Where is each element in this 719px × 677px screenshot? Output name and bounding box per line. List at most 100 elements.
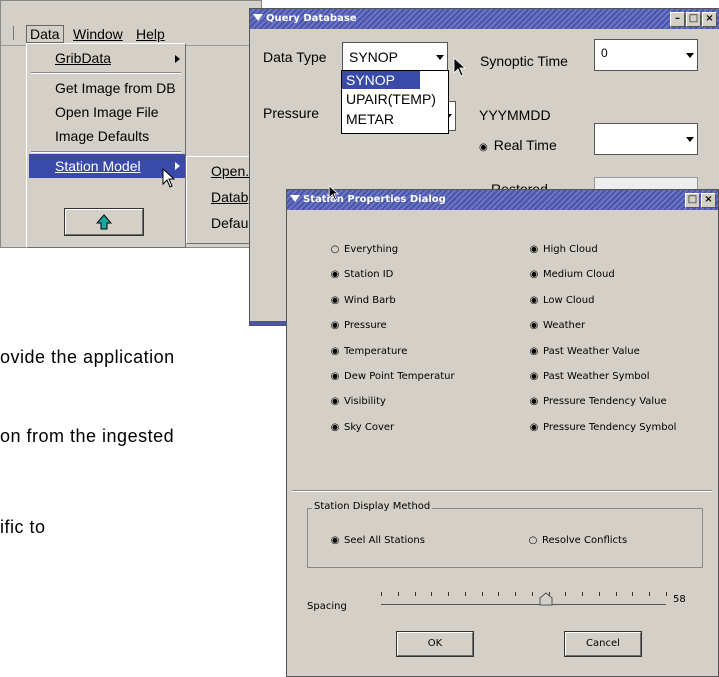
option-right-6[interactable]: ◉ Pressure Tendency Value	[529, 396, 667, 407]
option-right-0[interactable]: ◉ High Cloud	[529, 244, 598, 255]
slider-tick	[565, 592, 566, 596]
menu-window[interactable]: Window	[73, 26, 123, 42]
slider-tick	[381, 592, 382, 596]
close-icon[interactable]: ×	[701, 193, 716, 208]
station-properties-dialog: Station Properties Dialog □ × ○ Everythin…	[286, 189, 719, 677]
pressure-label: Pressure	[263, 105, 320, 121]
submenu-item-defaults[interactable]: Defau	[211, 215, 248, 231]
radio-selected-icon: ◉	[330, 320, 340, 332]
query-dialog-titlebar[interactable]: Query Database – □ ×	[250, 9, 719, 29]
radio-icon: ○	[330, 244, 340, 255]
ok-button-label: OK	[427, 638, 443, 649]
mouse-cursor-icon	[162, 168, 176, 188]
slider-tick	[482, 592, 483, 596]
synoptic-time-select[interactable]: 0	[594, 39, 698, 71]
radio-selected-icon: ◉	[529, 294, 539, 306]
option-right-2[interactable]: ◉ Low Cloud	[529, 294, 595, 306]
menu-item-open-image-label: Open Image File	[55, 104, 159, 120]
real-time-radio[interactable]: ◉ Real Time	[479, 137, 557, 153]
dialog-separator	[292, 490, 712, 492]
chevron-down-icon[interactable]	[683, 124, 697, 154]
chevron-down-icon[interactable]	[683, 40, 697, 70]
seel-all-stations-radio[interactable]: ◉ Seel All Stations	[330, 535, 425, 546]
menu-item-open-image[interactable]: Open Image File	[29, 100, 185, 124]
resolve-conflicts-radio[interactable]: ○ Resolve Conflicts	[528, 535, 628, 546]
option-right-4[interactable]: ◉ Past Weather Value	[529, 346, 640, 357]
option-left-4[interactable]: ◉ Temperature	[330, 345, 408, 357]
option-label: Sky Cover	[344, 421, 395, 433]
restored-date-field[interactable]	[594, 177, 698, 189]
cancel-button[interactable]: Cancel	[564, 631, 642, 657]
option-label: Temperature	[344, 345, 408, 357]
slider-tick	[498, 592, 499, 596]
spacing-slider[interactable]	[381, 582, 667, 612]
slider-tick	[632, 592, 633, 596]
slider-thumb-icon	[539, 592, 553, 606]
option-label: Visibility	[344, 396, 386, 408]
option-right-5[interactable]: ◉ Past Weather Symbol	[529, 371, 650, 382]
mouse-cursor-icon	[328, 185, 340, 201]
radio-selected-icon: ◉	[529, 421, 539, 433]
radio-selected-icon: ◉	[330, 371, 340, 382]
slider-tick	[666, 592, 667, 596]
menu-data[interactable]: Data	[26, 25, 64, 43]
chevron-down-icon[interactable]	[433, 43, 447, 71]
ok-button[interactable]: OK	[396, 631, 474, 657]
data-type-select[interactable]: SYNOP	[342, 42, 448, 72]
option-label: Past Weather Symbol	[543, 371, 650, 382]
option-label: Pressure Tendency Value	[543, 396, 667, 408]
option-label: Medium Cloud	[543, 269, 615, 281]
date-format-label: YYYMMDD	[479, 107, 551, 123]
station-dialog-titlebar[interactable]: Station Properties Dialog □ ×	[287, 190, 718, 210]
maximize-icon[interactable]: □	[686, 12, 701, 27]
slider-tick	[616, 592, 617, 596]
option-left-1[interactable]: ◉ Station ID	[330, 269, 394, 280]
real-time-select[interactable]	[594, 123, 698, 155]
data-type-label: Data Type	[263, 49, 327, 65]
option-left-5[interactable]: ◉ Dew Point Temperatur	[330, 371, 455, 382]
menu-item-image-defaults[interactable]: Image Defaults	[29, 124, 185, 148]
restored-radio[interactable]: ○Restored	[479, 181, 548, 189]
option-right-1[interactable]: ◉ Medium Cloud	[529, 269, 615, 280]
query-dialog-title: Query Database	[266, 13, 357, 24]
radio-selected-icon: ◉	[529, 244, 539, 255]
minimize-icon[interactable]: –	[670, 12, 685, 27]
data-type-value: SYNOP	[349, 49, 399, 65]
background-text-line-1: ovide the application	[0, 347, 175, 367]
radio-selected-icon: ◉	[479, 142, 488, 153]
station-display-method-label: Station Display Method	[312, 501, 433, 512]
data-type-option-synop[interactable]: SYNOP	[342, 71, 420, 89]
radio-icon: ○	[528, 535, 538, 546]
menu-item-gribdata[interactable]: GribData	[29, 46, 185, 70]
menu-help[interactable]: Help	[136, 26, 165, 42]
radio-selected-icon: ◉	[330, 535, 340, 546]
spacing-value: 58	[673, 594, 686, 605]
data-type-option-metar[interactable]: METAR	[346, 110, 394, 128]
background-text-line-2: on from the ingested	[0, 426, 175, 446]
option-label: Low Cloud	[543, 294, 595, 306]
radio-selected-icon: ◉	[330, 421, 340, 433]
data-type-option-upair[interactable]: UPAIR(TEMP)	[346, 90, 436, 108]
radio-selected-icon: ◉	[330, 345, 340, 357]
up-arrow-button[interactable]	[64, 208, 144, 236]
option-left-7[interactable]: ◉ Sky Cover	[330, 421, 395, 433]
submenu-item-database[interactable]: Datab	[211, 189, 248, 205]
data-type-options-list: SYNOP UPAIR(TEMP) METAR	[341, 70, 449, 134]
maximize-icon[interactable]: □	[685, 193, 700, 208]
window-menu-icon[interactable]	[290, 195, 300, 202]
option-right-3[interactable]: ◉ Weather	[529, 320, 585, 331]
slider-tick	[599, 592, 600, 596]
option-left-6[interactable]: ◉ Visibility	[330, 396, 386, 407]
option-left-2[interactable]: ◉ Wind Barb	[330, 295, 396, 306]
slider-tick	[532, 592, 533, 596]
menu-item-get-image[interactable]: Get Image from DB	[29, 76, 185, 100]
option-left-0[interactable]: ○ Everything	[330, 244, 399, 255]
data-menu: GribData Get Image from DB Open Image Fi…	[26, 43, 186, 248]
option-label: High Cloud	[543, 244, 598, 255]
background-text-line-3: ific to	[0, 517, 46, 537]
window-menu-icon[interactable]	[253, 14, 263, 21]
close-icon[interactable]: ×	[702, 12, 717, 27]
submenu-item-open[interactable]: Open.	[211, 163, 249, 179]
option-right-7[interactable]: ◉ Pressure Tendency Symbol	[529, 421, 677, 433]
option-left-3[interactable]: ◉ Pressure	[330, 320, 387, 331]
